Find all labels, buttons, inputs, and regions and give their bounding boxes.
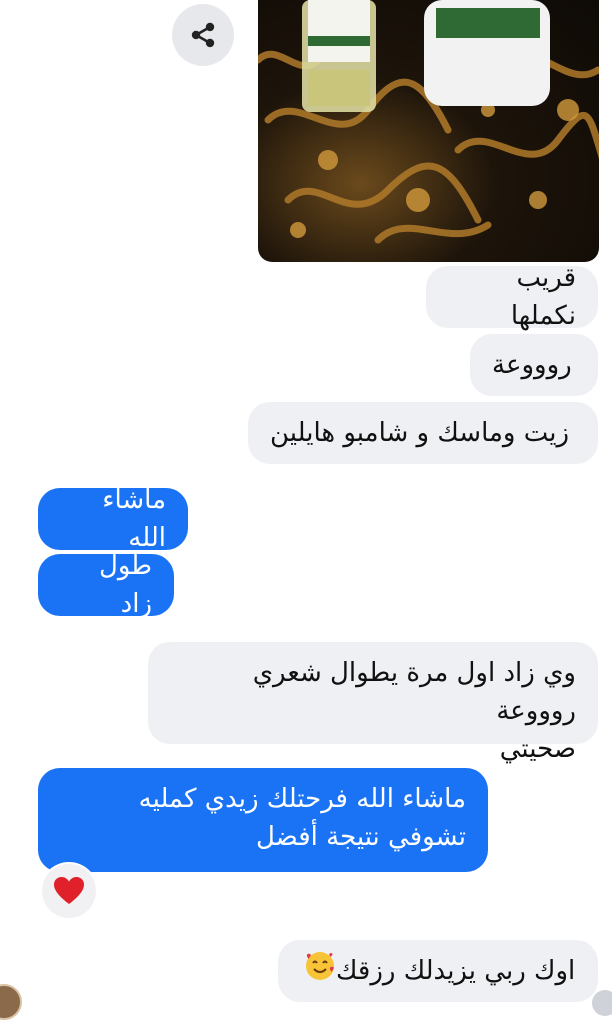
message-bubble-outgoing[interactable]: ماشاء الله فرحتلك زيدي كمليه تشوفي نتيجة… [38,768,488,872]
share-icon [191,22,215,48]
smiling-face-with-hearts-icon [304,950,336,993]
message-text: اوك ربي يزيدلك رزقك [336,956,576,986]
share-button[interactable] [172,4,234,66]
message-bubble-incoming[interactable]: قريب نكملها [426,263,598,331]
message-text-line: ماشاء الله فرحتلك زيدي كمليه [138,784,466,814]
avatar [592,990,612,1016]
message-bubble-outgoing[interactable]: طول زاد [38,551,174,619]
message-text-line: وي زاد اول مرة يطوال شعري روووعة [252,658,576,726]
message-bubble-incoming[interactable]: روووعة [470,334,598,396]
shared-photo[interactable] [258,0,599,262]
message-reaction[interactable] [42,864,96,918]
message-text: زيت وماسك و شامبو هايلين [270,418,570,448]
message-text: روووعة [492,350,572,380]
message-text: طول زاد [98,551,152,619]
message-text-line: تشوفي نتيجة أفضل [255,822,466,852]
message-text-line: صحيتي [499,734,576,764]
message-bubble-incoming[interactable]: اوك ربي يزيدلك رزقك [278,940,598,1002]
heart-icon [54,877,84,904]
message-text: ماشاء الله [102,485,166,553]
message-bubble-incoming[interactable]: وي زاد اول مرة يطوال شعري روووعة صحيتي [148,642,598,764]
message-text: قريب نكملها [510,263,576,331]
message-bubble-outgoing[interactable]: ماشاء الله [38,485,188,553]
avatar[interactable] [0,984,22,1020]
message-bubble-incoming[interactable]: زيت وماسك و شامبو هايلين [248,402,598,464]
